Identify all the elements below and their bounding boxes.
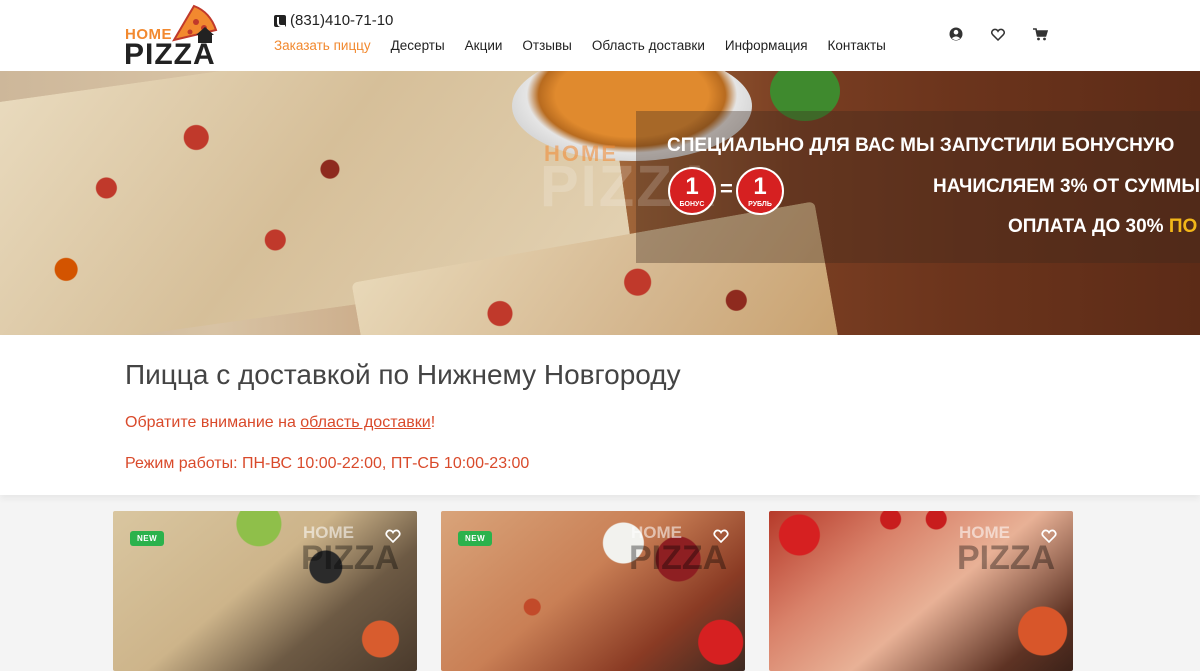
site-header: HOME PIZZA (831)410-71-10 Заказать пиццу… xyxy=(0,0,1200,71)
page-title: Пицца с доставкой по Нижнему Новгороду xyxy=(125,359,681,390)
banner-line-3: ОПЛАТА ДО 30% ПО xyxy=(1008,216,1198,237)
favorite-heart-icon[interactable] xyxy=(385,529,401,543)
nav-reviews[interactable]: Отзывы xyxy=(522,38,571,53)
promo-banner[interactable]: HOME PIZZA СПЕЦИАЛЬНО ДЛЯ ВАС МЫ ЗАПУСТИ… xyxy=(0,71,1200,335)
card-watermark-pizza: PIZZA xyxy=(957,539,1056,577)
cart-icon[interactable] xyxy=(1031,26,1049,42)
nav-delivery-area[interactable]: Область доставки xyxy=(592,38,705,53)
product-card-2[interactable]: NEW HOME PIZZA xyxy=(441,511,745,671)
delivery-note: Обратите внимание на область доставки! xyxy=(125,414,436,431)
product-card-3[interactable]: HOME PIZZA xyxy=(769,511,1073,671)
delivery-area-link[interactable]: область доставки xyxy=(300,414,430,431)
heart-icon[interactable] xyxy=(989,26,1007,42)
main-nav: Заказать пиццу Десерты Акции Отзывы Обла… xyxy=(274,38,906,53)
card-watermark-pizza: PIZZA xyxy=(301,539,400,577)
nav-desserts[interactable]: Десерты xyxy=(391,38,445,53)
header-icons xyxy=(947,26,1073,42)
header-phone[interactable]: (831)410-71-10 xyxy=(274,12,393,29)
coin-equals-sign: = xyxy=(720,176,733,201)
user-icon[interactable] xyxy=(947,26,965,42)
nav-promotions[interactable]: Акции xyxy=(465,38,503,53)
product-card-1[interactable]: NEW HOME PIZZA xyxy=(113,511,417,671)
banner-line-2: НАЧИСЛЯЕМ 3% ОТ СУММЫ xyxy=(933,176,1200,197)
nav-order-pizza[interactable]: Заказать пиццу xyxy=(274,38,371,53)
nav-information[interactable]: Информация xyxy=(725,38,808,53)
favorite-heart-icon[interactable] xyxy=(713,529,729,543)
new-badge: NEW xyxy=(130,531,165,546)
logo-pizza-text: PIZZA xyxy=(124,38,216,71)
new-badge: NEW xyxy=(458,531,493,546)
site-logo[interactable]: HOME PIZZA xyxy=(124,4,220,71)
favorite-heart-icon[interactable] xyxy=(1041,529,1057,543)
card-watermark-pizza: PIZZA xyxy=(629,539,728,577)
intro-section: Пицца с доставкой по Нижнему Новгороду О… xyxy=(0,335,1200,495)
banner-line-1: СПЕЦИАЛЬНО ДЛЯ ВАС МЫ ЗАПУСТИЛИ БОНУСНУЮ xyxy=(667,135,1175,156)
ruble-coin: 1 РУБЛЬ xyxy=(736,167,784,215)
working-hours: Режим работы: ПН-ВС 10:00-22:00, ПТ-СБ 1… xyxy=(125,455,530,472)
phone-number[interactable]: (831)410-71-10 xyxy=(290,12,393,29)
phone-icon xyxy=(274,14,286,27)
nav-contacts[interactable]: Контакты xyxy=(828,38,886,53)
bonus-coin: 1 БОНУС xyxy=(668,167,716,215)
